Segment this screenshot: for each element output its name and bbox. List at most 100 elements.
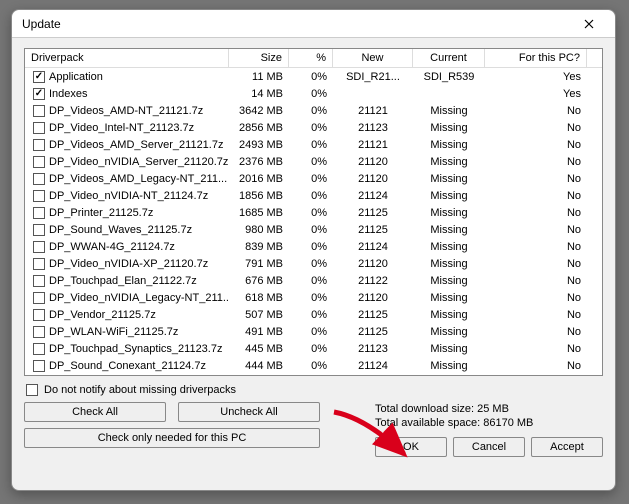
table-row[interactable]: DP_Video_nVIDIA_Legacy-NT_211...618 MB0%… — [25, 289, 602, 306]
row-forpc: No — [485, 292, 587, 304]
table-row[interactable]: DP_Touchpad_Elan_21122.7z676 MB0%21122Mi… — [25, 272, 602, 289]
row-new: 21120 — [333, 173, 413, 185]
row-new: 21120 — [333, 156, 413, 168]
table-row[interactable]: DP_Vendor_21125.7z507 MB0%21125MissingNo — [25, 306, 602, 323]
bottom-panel: Do not notify about missing driverpacks … — [24, 376, 603, 457]
row-pct: 0% — [289, 309, 333, 321]
row-current: Missing — [413, 122, 485, 134]
row-size: 2493 MB — [229, 139, 289, 151]
row-checkbox[interactable] — [33, 292, 45, 304]
col-size[interactable]: Size — [229, 49, 289, 67]
row-new: 21120 — [333, 258, 413, 270]
table-row[interactable]: DP_Videos_AMD_Legacy-NT_211...2016 MB0%2… — [25, 170, 602, 187]
row-name: DP_Touchpad_Elan_21122.7z — [49, 275, 197, 287]
row-new: 21121 — [333, 139, 413, 151]
row-name: DP_Videos_AMD_Server_21121.7z — [49, 139, 223, 151]
check-needed-button[interactable]: Check only needed for this PC — [24, 428, 320, 448]
table-row[interactable]: DP_Sound_Waves_21125.7z980 MB0%21125Miss… — [25, 221, 602, 238]
row-checkbox[interactable] — [33, 309, 45, 321]
col-forpc[interactable]: For this PC? — [485, 49, 587, 67]
row-current: Missing — [413, 207, 485, 219]
row-checkbox[interactable] — [33, 360, 45, 372]
action-buttons: OK Cancel Accept — [375, 437, 603, 457]
row-checkbox[interactable] — [33, 224, 45, 236]
accept-button[interactable]: Accept — [531, 437, 603, 457]
col-current[interactable]: Current — [413, 49, 485, 67]
row-forpc: No — [485, 309, 587, 321]
row-current: Missing — [413, 258, 485, 270]
row-forpc: No — [485, 224, 587, 236]
row-forpc: No — [485, 207, 587, 219]
table-row[interactable]: DP_Videos_AMD-NT_21121.7z3642 MB0%21121M… — [25, 102, 602, 119]
row-checkbox[interactable] — [33, 207, 45, 219]
row-size: 1856 MB — [229, 190, 289, 202]
row-checkbox[interactable] — [33, 258, 45, 270]
row-checkbox[interactable] — [33, 71, 45, 83]
check-all-button[interactable]: Check All — [24, 402, 166, 422]
table-row[interactable]: Indexes14 MB0%Yes — [25, 85, 602, 102]
col-driverpack[interactable]: Driverpack — [25, 49, 229, 67]
row-checkbox[interactable] — [33, 105, 45, 117]
content-area: Driverpack Size % New Current For this P… — [12, 38, 615, 490]
col-pct[interactable]: % — [289, 49, 333, 67]
row-size: 676 MB — [229, 275, 289, 287]
table-row[interactable]: DP_Touchpad_Synaptics_21123.7z445 MB0%21… — [25, 340, 602, 357]
row-forpc: No — [485, 122, 587, 134]
table-row[interactable]: DP_Video_nVIDIA_Server_21120.7z2376 MB0%… — [25, 153, 602, 170]
table-row[interactable]: DP_WLAN-WiFi_21125.7z491 MB0%21125Missin… — [25, 323, 602, 340]
table-row[interactable]: DP_Video_Intel-NT_21123.7z2856 MB0%21123… — [25, 119, 602, 136]
table-row[interactable]: DP_Video_nVIDIA-NT_21124.7z1856 MB0%2112… — [25, 187, 602, 204]
row-checkbox[interactable] — [33, 343, 45, 355]
row-size: 2016 MB — [229, 173, 289, 185]
row-pct: 0% — [289, 139, 333, 151]
row-name: DP_Printer_21125.7z — [49, 207, 153, 219]
row-checkbox[interactable] — [33, 326, 45, 338]
table-row[interactable]: DP_Sound_Conexant_21124.7z444 MB0%21124M… — [25, 357, 602, 374]
row-pct: 0% — [289, 190, 333, 202]
row-checkbox[interactable] — [33, 156, 45, 168]
row-name: DP_Videos_AMD_Legacy-NT_211... — [49, 173, 227, 185]
row-checkbox[interactable] — [33, 241, 45, 253]
row-size: 2376 MB — [229, 156, 289, 168]
row-checkbox[interactable] — [33, 88, 45, 100]
row-size: 507 MB — [229, 309, 289, 321]
ok-button[interactable]: OK — [375, 437, 447, 457]
row-pct: 0% — [289, 71, 333, 83]
list-rows[interactable]: Application11 MB0%SDI_R21...SDI_R539YesI… — [25, 68, 602, 375]
titlebar: Update — [12, 10, 615, 38]
right-pane: Total download size: 25 MB Total availab… — [375, 402, 603, 457]
table-row[interactable]: DP_Videos_AMD_Server_21121.7z 2493 MB0%21… — [25, 136, 602, 153]
notify-label: Do not notify about missing driverpacks — [44, 384, 236, 396]
row-checkbox[interactable] — [33, 173, 45, 185]
row-name: Indexes — [49, 88, 88, 100]
col-new[interactable]: New — [333, 49, 413, 67]
row-current: Missing — [413, 360, 485, 372]
table-row[interactable]: DP_WWAN-4G_21124.7z839 MB0%21124MissingN… — [25, 238, 602, 255]
table-row[interactable]: DP_Video_nVIDIA-XP_21120.7z791 MB0%21120… — [25, 255, 602, 272]
table-row[interactable]: Application11 MB0%SDI_R21...SDI_R539Yes — [25, 68, 602, 85]
row-name: DP_Vendor_21125.7z — [49, 309, 156, 321]
row-pct: 0% — [289, 156, 333, 168]
row-size: 618 MB — [229, 292, 289, 304]
row-name: DP_Sound_Conexant_21124.7z — [49, 360, 206, 372]
row-pct: 0% — [289, 326, 333, 338]
uncheck-all-button[interactable]: Uncheck All — [178, 402, 320, 422]
row-size: 1685 MB — [229, 207, 289, 219]
row-forpc: No — [485, 105, 587, 117]
notify-checkbox[interactable] — [26, 384, 38, 396]
row-size: 2856 MB — [229, 122, 289, 134]
row-forpc: No — [485, 326, 587, 338]
row-checkbox[interactable] — [33, 139, 45, 151]
row-forpc: Yes — [485, 88, 587, 100]
row-checkbox[interactable] — [33, 122, 45, 134]
row-pct: 0% — [289, 275, 333, 287]
row-name: Application — [49, 71, 103, 83]
row-checkbox[interactable] — [33, 275, 45, 287]
close-icon — [584, 19, 594, 29]
row-checkbox[interactable] — [33, 190, 45, 202]
table-row[interactable]: DP_Printer_21125.7z1685 MB0%21125Missing… — [25, 204, 602, 221]
totals-info: Total download size: 25 MB Total availab… — [375, 402, 603, 431]
close-button[interactable] — [569, 13, 609, 35]
row-new: 21125 — [333, 309, 413, 321]
cancel-button[interactable]: Cancel — [453, 437, 525, 457]
